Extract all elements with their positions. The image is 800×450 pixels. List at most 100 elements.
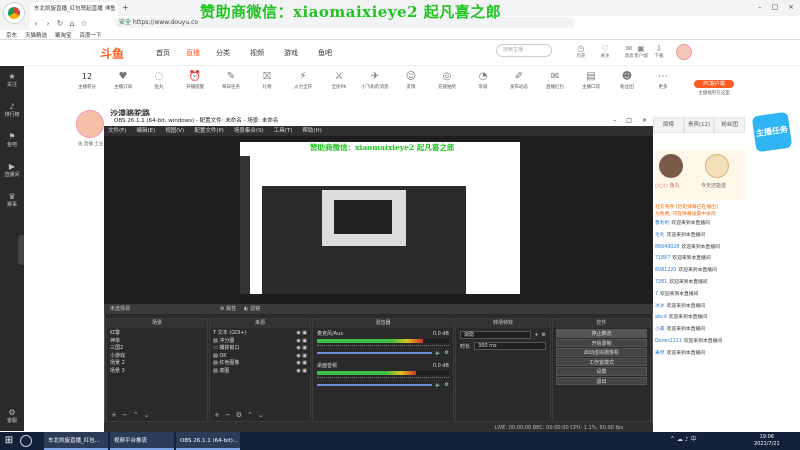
properties-button[interactable]: ⚙ 属性 xyxy=(220,304,236,314)
chat-user[interactable]: 鲁利利 xyxy=(655,221,669,226)
gear-icon[interactable]: ⚙ xyxy=(445,382,449,388)
gear-icon[interactable]: ⚙ xyxy=(542,332,546,338)
close-icon[interactable]: × xyxy=(788,3,794,11)
start-recording-button[interactable]: 开始录制 xyxy=(556,338,647,347)
speaker-icon[interactable]: 🔈 xyxy=(435,350,441,356)
pc-client-button[interactable]: PC客户端 xyxy=(694,80,734,88)
toolbar-item[interactable]: ☻ 粉丝团 xyxy=(612,70,642,90)
toolbar-item[interactable]: ♥ 主播订阅 xyxy=(108,70,138,90)
follow-button[interactable]: ♡ 关注 xyxy=(594,44,616,59)
menu-profile[interactable]: 配置文件(P) xyxy=(194,126,224,136)
taskbar-item-stream[interactable]: 视频平台推流 xyxy=(110,432,174,450)
chat-user[interactable]: 果然 xyxy=(655,351,665,356)
up-icon[interactable]: ⌃ xyxy=(247,411,253,419)
chat-user[interactable]: abcd xyxy=(655,315,667,320)
minimize-icon[interactable]: – xyxy=(613,116,616,126)
tab-close-icon[interactable]: × xyxy=(106,4,111,11)
toolbar-item[interactable]: ▤ 主播口袋 xyxy=(576,70,606,90)
visibility-icon[interactable]: ◉ ▣ xyxy=(296,330,307,338)
browser-logo-icon[interactable] xyxy=(4,3,24,23)
maximize-icon[interactable]: □ xyxy=(772,3,779,11)
scene-item[interactable]: 场景 2 xyxy=(110,360,204,368)
source-item[interactable]: ▨ 红色图像 ◉ ▣ xyxy=(213,360,307,368)
toolbar-item[interactable]: ⏰ 开播提醒 xyxy=(180,70,210,90)
source-item[interactable]: T 文本 (GDI+) ◉ ▣ xyxy=(213,330,307,338)
nav-home[interactable]: 首页 xyxy=(156,48,170,58)
scene-item[interactable]: 三国2 xyxy=(110,345,204,353)
close-icon[interactable]: × xyxy=(642,116,647,126)
search-icon[interactable] xyxy=(20,435,32,447)
transition-select[interactable]: 渐隐 xyxy=(460,331,532,339)
score-item[interactable]: 12 主播积分 xyxy=(72,70,102,90)
toolbar-item[interactable]: ⋯ 更多 xyxy=(648,70,678,90)
volume-slider[interactable] xyxy=(317,384,433,386)
gear-icon[interactable]: ⚙ xyxy=(445,350,449,356)
site-logo[interactable]: 斗鱼 xyxy=(100,45,124,62)
toolbar-item[interactable]: ◌ 鱼丸 xyxy=(144,70,174,90)
new-tab-button[interactable]: + xyxy=(122,3,129,12)
start-button[interactable]: ⊞ xyxy=(2,433,16,449)
nav-live[interactable]: 直播 xyxy=(186,48,200,58)
chat-user[interactable]: 毛毛 xyxy=(655,233,665,238)
nav-yuba[interactable]: 鱼吧 xyxy=(318,48,332,58)
streamer-task-badge[interactable]: 主播任务 xyxy=(751,111,793,153)
scene-item[interactable]: 红警 xyxy=(110,330,204,338)
scene-item[interactable]: 神单 xyxy=(110,338,204,346)
search-input[interactable]: 搜索主播 xyxy=(496,44,552,57)
nav-video[interactable]: 视频 xyxy=(250,48,264,58)
toolbar-item[interactable]: ☺ 友情 xyxy=(396,70,426,90)
back-icon[interactable]: ‹ xyxy=(30,19,42,28)
user-avatar[interactable] xyxy=(676,44,692,60)
studio-mode-button[interactable]: 工作室模式 xyxy=(556,357,647,366)
taskbar-item-obs[interactable]: OBS 26.1.1 (64-bit)... xyxy=(176,432,240,450)
toolbar-item[interactable]: ⛝ 礼物 xyxy=(252,70,282,90)
speaker-icon[interactable]: 🔈 xyxy=(435,382,441,388)
clock[interactable]: 19:06 2021/7/21 xyxy=(754,434,780,447)
sidebar-item-rank[interactable]: ♪ 排行榜 xyxy=(0,96,24,126)
gift-avatar[interactable] xyxy=(705,154,729,178)
sidebar-item-yuba[interactable]: ⚑ 鱼吧 xyxy=(0,126,24,156)
chat-user[interactable]: 小美 xyxy=(655,327,665,332)
add-icon[interactable]: + xyxy=(214,411,220,419)
toolbar-item[interactable]: ✎ 每日任务 xyxy=(216,70,246,90)
sidebar-item-match[interactable]: ♛ 赛事 xyxy=(0,186,24,216)
browser-tab[interactable]: 东北凯旋直播_红包赞起直播 斗鱼 xyxy=(30,2,118,16)
toolbar-item[interactable]: ✈ 小飞机的消息 xyxy=(360,70,390,90)
menu-view[interactable]: 视图(V) xyxy=(165,126,184,136)
down-icon[interactable]: ⌄ xyxy=(258,411,264,419)
system-tray[interactable]: ^ ☁ ♪ 中 xyxy=(670,434,697,443)
toolbar-item[interactable]: ✉ 直播红包 xyxy=(540,70,570,90)
bookmark-item[interactable]: 天猫精选 xyxy=(25,31,47,39)
sidebar-item-live[interactable]: ▶ 直播间 xyxy=(0,156,24,186)
visibility-icon[interactable]: ◉ ▣ xyxy=(296,353,307,361)
add-icon[interactable]: + xyxy=(111,411,117,419)
virtual-camera-button[interactable]: 启动虚拟摄像机 xyxy=(556,348,647,357)
minimize-icon[interactable]: – xyxy=(758,3,762,11)
tab-fans[interactable]: 粉丝团 xyxy=(714,117,746,133)
chat-user[interactable]: Doner1111 xyxy=(655,339,682,344)
toolbar-item[interactable]: ✐ 发布动态 xyxy=(504,70,534,90)
tab-weekly[interactable]: 周榜 xyxy=(653,117,684,133)
download-button[interactable]: ⇩ 下载 xyxy=(648,44,670,59)
sidebar-item-service[interactable]: ⚙ 客服 xyxy=(0,402,24,432)
star-icon[interactable]: ☆ xyxy=(78,19,90,28)
menu-file[interactable]: 文件(F) xyxy=(108,126,126,136)
home-icon[interactable]: ⌂ xyxy=(66,19,78,28)
taskbar-item-browser[interactable]: 东北凯旋直播_红包... xyxy=(44,432,108,450)
visibility-icon[interactable]: ◉ ▣ xyxy=(296,345,307,353)
forward-icon[interactable]: › xyxy=(42,19,54,28)
menu-edit[interactable]: 编辑(E) xyxy=(136,126,155,136)
bookmark-item[interactable]: 百度一下 xyxy=(80,31,102,39)
visibility-icon[interactable]: ◉ ▣ xyxy=(296,338,307,346)
remove-icon[interactable]: − xyxy=(225,411,231,419)
menu-tools[interactable]: 工具(T) xyxy=(274,126,293,136)
sidebar-item-follow[interactable]: ★ 关注 xyxy=(0,66,24,96)
chat-user[interactable]: 7281 xyxy=(655,280,667,285)
settings-icon[interactable]: ⚙ xyxy=(236,411,242,419)
volume-slider[interactable] xyxy=(317,352,433,354)
toolbar-item[interactable]: ⚡ 火力全开 xyxy=(288,70,318,90)
chat-user[interactable]: 冰冰 xyxy=(655,304,665,309)
source-item[interactable]: ▭ 捕获窗口 ◉ ▣ xyxy=(213,345,307,353)
maximize-icon[interactable]: □ xyxy=(626,116,632,126)
settings-button[interactable]: 设置 xyxy=(556,367,647,376)
